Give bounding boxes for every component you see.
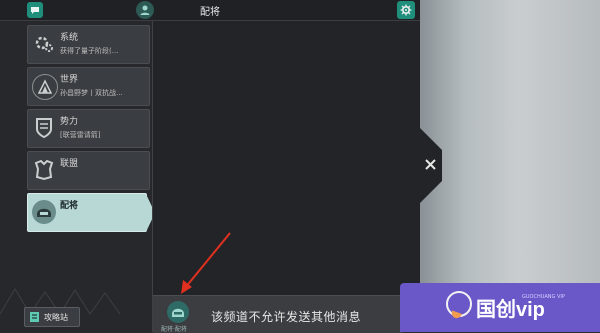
close-panel-button[interactable] [420,128,442,203]
channel-preview: 获得了量子阶段(... [60,47,119,55]
message-input-bar: 配将·配将 该频道不允许发送其他消息 [153,295,403,333]
channel-item-world[interactable]: 世界 孙昌野梦丨双抗战... [27,67,150,106]
world-globe-icon [32,74,58,100]
channel-preview: [联营雷请箭] [60,131,101,139]
strategy-board-label: 攻略站 [44,312,68,322]
faction-shield-icon [32,116,56,140]
strategy-board-button[interactable]: 攻略站 [24,307,80,327]
red-arrow-annotation [181,232,231,294]
watermark-logo: 国创vip GUOCHUANG VIP [400,283,600,332]
channel-name: 系统 [60,33,79,43]
watermark-small-text: GUOCHUANG VIP [522,294,565,300]
channel-name: 联盟 [60,159,79,169]
channel-name: 世界 [60,75,79,85]
page-title: 配将 [200,7,220,18]
channel-restriction-notice: 该频道不允许发送其他消息 [211,310,362,324]
channel-item-generals[interactable]: 配将 [27,193,155,232]
channel-item-system[interactable]: 系统 获得了量子阶段(... [27,25,150,64]
channel-name: 配将 [60,201,79,211]
watermark-circle-icon [446,291,472,317]
channel-name: 势力 [60,117,79,127]
gear-cog-icon [32,32,56,56]
top-bar: 配将 [0,0,420,21]
bookmark-icon [30,312,39,322]
channel-item-faction[interactable]: 势力 [联营雷请箭] [27,109,150,148]
settings-gear-icon[interactable] [397,1,415,19]
channel-preview: 孙昌野梦丨双抗战... [60,89,123,97]
alliance-armor-icon [32,158,56,182]
general-channel-icon [167,301,189,323]
channel-item-alliance[interactable]: 联盟 [27,151,150,190]
general-helmet-icon [32,200,56,224]
